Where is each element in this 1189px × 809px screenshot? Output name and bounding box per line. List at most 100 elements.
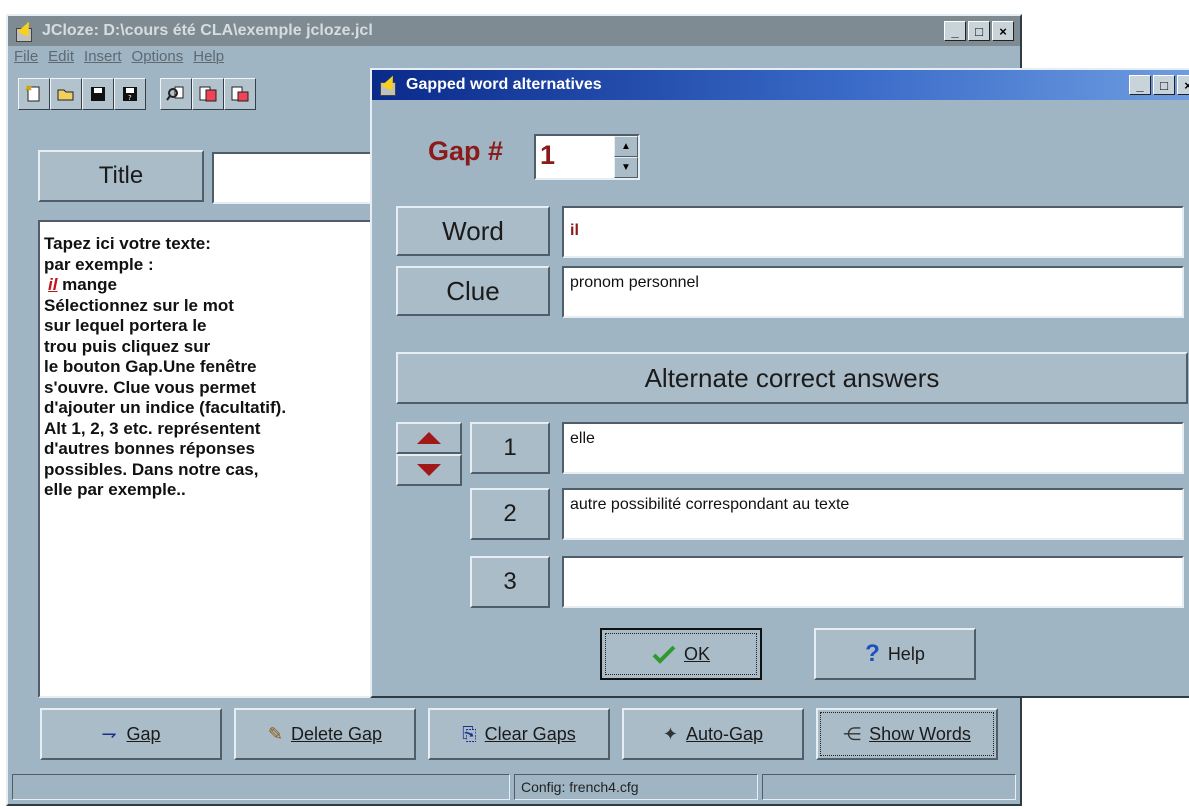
word-input[interactable]: il bbox=[562, 206, 1184, 258]
clear-gaps-button[interactable]: ⎘ Clear Gaps bbox=[428, 708, 610, 760]
dialog-title: Gapped word alternatives bbox=[406, 76, 602, 93]
editor-line: Alt 1, 2, 3 etc. représentent bbox=[44, 418, 261, 438]
alternates-heading-box: Alternate correct answers bbox=[396, 352, 1188, 404]
question-icon: ? bbox=[865, 640, 880, 667]
find-icon bbox=[166, 86, 184, 101]
status-cell-right bbox=[762, 774, 1016, 800]
clue-label-box: Clue bbox=[396, 266, 550, 316]
gapped-line-rest: mange bbox=[57, 275, 117, 294]
editor-line: par exemple : bbox=[44, 254, 154, 274]
minimize-button[interactable]: _ bbox=[944, 21, 966, 41]
tree-icon: ⋲ bbox=[843, 723, 862, 744]
alt-1-number-label: 1 bbox=[503, 434, 517, 461]
checkmark-icon bbox=[652, 645, 676, 664]
move-down-button[interactable] bbox=[396, 454, 462, 486]
app-lightning-icon bbox=[14, 20, 36, 42]
dialog-caption-buttons: _ □ × bbox=[1129, 75, 1189, 95]
ok-button-label: OK bbox=[683, 643, 710, 664]
clear-gaps-label: Clear Gaps bbox=[484, 723, 576, 744]
word-label: Word bbox=[442, 215, 504, 246]
maximize-button[interactable]: □ bbox=[968, 21, 990, 41]
arrow-down-icon bbox=[417, 464, 441, 476]
main-caption-buttons: _ □ × bbox=[944, 21, 1014, 41]
clue-label: Clue bbox=[446, 275, 500, 306]
close-button[interactable]: × bbox=[992, 21, 1014, 41]
export-button[interactable] bbox=[192, 78, 224, 110]
import-button[interactable] bbox=[224, 78, 256, 110]
new-file-icon bbox=[25, 85, 40, 102]
main-menu-bar: File Edit Insert Options Help bbox=[14, 48, 224, 65]
export-icon bbox=[199, 86, 217, 102]
toolbar-separator bbox=[146, 78, 160, 110]
wand-icon: ✦ bbox=[662, 723, 679, 744]
gap-button-label: Gap bbox=[126, 723, 161, 744]
open-button[interactable] bbox=[50, 78, 82, 110]
clue-input[interactable]: pronom personnel bbox=[562, 266, 1184, 318]
dialog-title-bar[interactable]: Gapped word alternatives _ □ × bbox=[372, 70, 1189, 100]
main-window-title: JCloze: D:\cours été CLA\exemple jcloze.… bbox=[42, 22, 373, 39]
text-editor[interactable]: Tapez ici votre texte: par exemple : il … bbox=[38, 220, 388, 698]
menu-help[interactable]: Help bbox=[193, 48, 224, 65]
save-button[interactable] bbox=[82, 78, 114, 110]
editor-line: s'ouvre. Clue vous permet bbox=[44, 377, 256, 397]
dialog-close-button[interactable]: × bbox=[1177, 75, 1189, 95]
spinner-up-button[interactable]: ▲ bbox=[614, 136, 638, 157]
gapped-word-dialog: Gapped word alternatives _ □ × Gap # 1 ▲… bbox=[370, 68, 1189, 698]
editor-line: trou puis cliquez sur bbox=[44, 336, 211, 356]
dialog-minimize-button[interactable]: _ bbox=[1129, 75, 1151, 95]
alt-2-input[interactable]: autre possibilité correspondant au texte bbox=[562, 488, 1184, 540]
gap-button[interactable]: ⇁ Gap bbox=[40, 708, 222, 760]
main-title-bar[interactable]: JCloze: D:\cours été CLA\exemple jcloze.… bbox=[8, 16, 1020, 46]
editor-line: d'autres bonnes réponses bbox=[44, 439, 255, 458]
svg-text:?: ? bbox=[128, 94, 132, 102]
editor-line: Sélectionnez sur le mot bbox=[44, 295, 234, 315]
word-input-value: il bbox=[570, 222, 579, 239]
app-lightning-icon bbox=[378, 74, 400, 96]
alt-2-number-label: 2 bbox=[503, 500, 517, 527]
title-label-box: Title bbox=[38, 150, 204, 202]
spinner-down-button[interactable]: ▼ bbox=[614, 157, 638, 178]
auto-gap-label: Auto-Gap bbox=[686, 723, 764, 744]
menu-file[interactable]: File bbox=[14, 48, 38, 65]
alt-2-value: autre possibilité correspondant au texte bbox=[570, 496, 850, 513]
alt-3-number[interactable]: 3 bbox=[470, 556, 550, 608]
delete-gap-button[interactable]: ✎ Delete Gap bbox=[234, 708, 416, 760]
ok-button[interactable]: OK bbox=[600, 628, 762, 680]
gap-number-spinner[interactable]: 1 ▲ ▼ bbox=[534, 134, 640, 180]
move-up-button[interactable] bbox=[396, 422, 462, 454]
alt-1-number[interactable]: 1 bbox=[470, 422, 550, 474]
auto-gap-button[interactable]: ✦ Auto-Gap bbox=[622, 708, 804, 760]
help-button-label: Help bbox=[887, 643, 925, 664]
alt-1-value: elle bbox=[570, 430, 595, 447]
dialog-maximize-button[interactable]: □ bbox=[1153, 75, 1175, 95]
status-config: Config: french4.cfg bbox=[514, 774, 758, 800]
menu-edit[interactable]: Edit bbox=[48, 48, 74, 65]
editor-line: Tapez ici votre texte: bbox=[44, 234, 211, 253]
arrow-up-icon bbox=[417, 432, 441, 444]
clear-icon: ⎘ bbox=[462, 723, 477, 744]
gap-icon: ⇁ bbox=[101, 723, 117, 744]
save-as-icon: ? bbox=[123, 87, 137, 102]
import-icon bbox=[231, 86, 249, 102]
editor-line: le bouton Gap.Une fenêtre bbox=[44, 357, 257, 376]
editor-line: possibles. Dans notre cas, bbox=[44, 459, 259, 479]
eraser-icon: ✎ bbox=[267, 723, 284, 744]
status-bar: Config: french4.cfg bbox=[12, 774, 1016, 800]
show-words-button[interactable]: ⋲ Show Words bbox=[816, 708, 998, 760]
menu-options[interactable]: Options bbox=[132, 48, 184, 65]
new-file-button[interactable] bbox=[18, 78, 50, 110]
alt-3-input[interactable] bbox=[562, 556, 1184, 608]
gap-number-value: 1 bbox=[540, 140, 556, 170]
menu-insert[interactable]: Insert bbox=[84, 48, 122, 65]
delete-gap-label: Delete Gap bbox=[291, 723, 383, 744]
find-button[interactable] bbox=[160, 78, 192, 110]
alternates-heading: Alternate correct answers bbox=[644, 362, 940, 393]
gapped-word: il bbox=[48, 275, 58, 294]
editor-line-gapped: il mange bbox=[44, 275, 386, 296]
alt-2-number[interactable]: 2 bbox=[470, 488, 550, 540]
help-button[interactable]: ? Help bbox=[814, 628, 976, 680]
save-icon bbox=[91, 87, 105, 101]
alt-3-number-label: 3 bbox=[503, 568, 517, 595]
save-as-button[interactable]: ? bbox=[114, 78, 146, 110]
alt-1-input[interactable]: elle bbox=[562, 422, 1184, 474]
